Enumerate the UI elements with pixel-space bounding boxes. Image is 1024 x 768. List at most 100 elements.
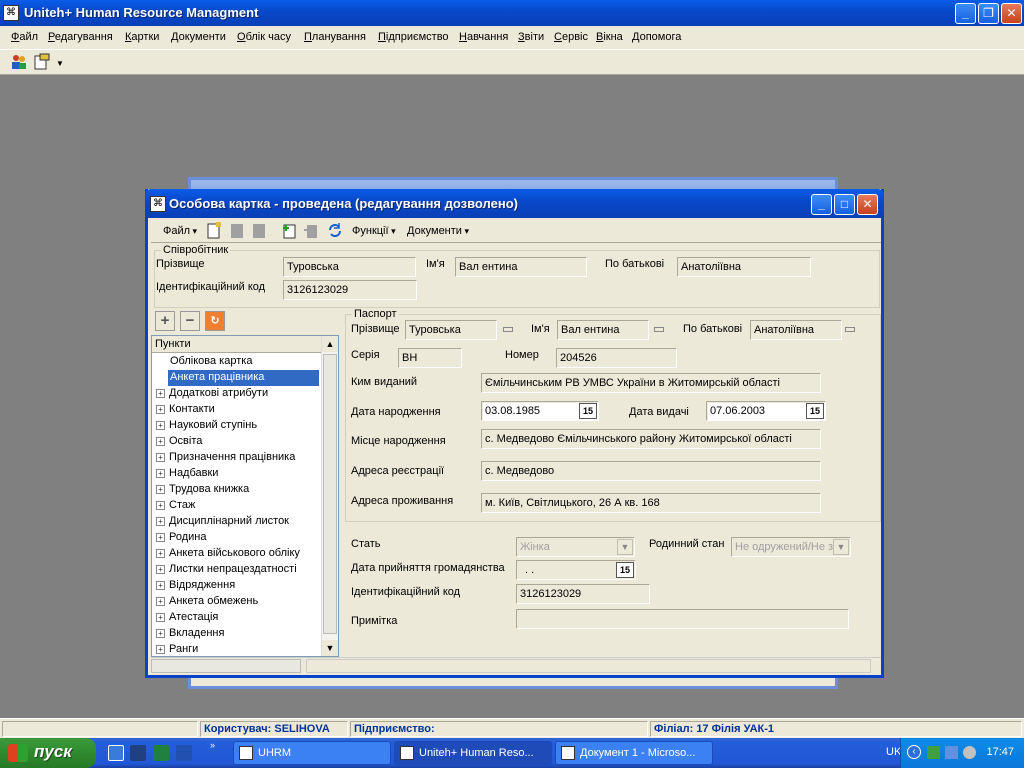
copy-icon[interactable] xyxy=(229,222,245,239)
number-field[interactable]: 204526 xyxy=(556,348,677,368)
menu-reports[interactable]: Звіти xyxy=(518,31,544,43)
document-icon[interactable] xyxy=(33,53,51,71)
scroll-thumb[interactable] xyxy=(151,659,301,673)
chevron-left-icon[interactable]: ‹ xyxy=(907,745,921,759)
scroll-up-icon[interactable]: ▲ xyxy=(322,336,338,352)
reg-address-field[interactable]: с. Медведово xyxy=(481,461,821,481)
refresh-tree-button[interactable]: ↻ xyxy=(205,311,225,331)
marital-select[interactable]: Не одружений/Не з ▼ xyxy=(731,537,851,557)
ie-icon[interactable] xyxy=(108,745,124,761)
employee-id-field[interactable]: 3126123029 xyxy=(283,280,417,300)
menu-edit[interactable]: Редагування xyxy=(48,31,113,43)
scroll-down-icon[interactable]: ▼ xyxy=(322,640,338,656)
tree-item[interactable]: + Атестація xyxy=(156,610,218,626)
taskbar-uniteh[interactable]: Uniteh+ Human Reso... xyxy=(394,741,552,765)
passport-name-field[interactable]: Вал ентина xyxy=(557,320,649,340)
child-titlebar[interactable]: ⌘ Особова картка - проведена (редагуванн… xyxy=(145,189,884,218)
taskbar-word-document[interactable]: Документ 1 - Microso... xyxy=(555,741,713,765)
extra-id-field[interactable]: 3126123029 xyxy=(516,584,650,604)
tree-leaf-record-card[interactable]: Облікова картка xyxy=(170,354,252,370)
tree-item[interactable]: + Листки непрацездатності xyxy=(156,562,297,578)
child-close-button[interactable]: ✕ xyxy=(857,194,878,215)
series-field[interactable]: ВН xyxy=(398,348,462,368)
passport-patronymic-field[interactable]: Анатоліївна xyxy=(750,320,842,340)
chevron-down-icon[interactable]: ▼ xyxy=(617,539,633,555)
live-address-field[interactable]: м. Київ, Світлицького, 26 А кв. 168 xyxy=(481,493,821,513)
tree-item[interactable]: + Контакти xyxy=(156,402,215,418)
tree-item[interactable]: + Родина xyxy=(156,530,207,546)
media-icon[interactable] xyxy=(130,745,146,761)
tree-item[interactable]: + Дисциплінарний листок xyxy=(156,514,289,530)
calendar-icon[interactable]: 15 xyxy=(806,403,824,419)
calendar-icon[interactable]: 15 xyxy=(616,562,634,578)
remove-item-button[interactable]: − xyxy=(180,311,200,331)
citizenship-date-field[interactable]: . . 15 xyxy=(516,560,636,580)
menu-documents[interactable]: Документи xyxy=(171,31,226,43)
passport-name-button[interactable] xyxy=(654,327,664,332)
birth-place-field[interactable]: с. Медведово Ємільчинського району Житом… xyxy=(481,429,821,449)
passport-patronymic-button[interactable] xyxy=(845,327,855,332)
employee-name-field[interactable]: Вал ентина xyxy=(455,257,587,277)
remove-record-icon[interactable] xyxy=(303,222,319,239)
tree-item[interactable]: + Призначення працівника xyxy=(156,450,295,466)
functions-dropdown[interactable]: Функції xyxy=(352,225,396,237)
tree-item[interactable]: + Вкладення xyxy=(156,626,224,642)
tree-view[interactable]: Пункти ▲ ▼ Облікова картка Анкета праців… xyxy=(151,335,339,657)
tree-item[interactable]: + Анкета військового обліку xyxy=(156,546,300,562)
excel-icon[interactable] xyxy=(153,745,169,761)
menu-cards[interactable]: Картки xyxy=(125,31,159,43)
volume-icon[interactable] xyxy=(963,746,976,759)
birth-date-field[interactable]: 03.08.1985 15 xyxy=(481,401,599,421)
calendar-icon[interactable]: 15 xyxy=(579,403,597,419)
passport-surname-button[interactable] xyxy=(503,327,513,332)
issued-by-field[interactable]: Ємільчинським РВ УМВС України в Житомирс… xyxy=(481,373,821,393)
child-minimize-button[interactable]: _ xyxy=(811,194,832,215)
tree-item[interactable]: + Освіта xyxy=(156,434,202,450)
tree-item[interactable]: + Стаж xyxy=(156,498,195,514)
tree-item[interactable]: + Науковий ступінь xyxy=(156,418,257,434)
menu-time[interactable]: Облік часу xyxy=(237,31,291,43)
tree-item[interactable]: + Відрядження xyxy=(156,578,235,594)
passport-surname-field[interactable]: Туровська xyxy=(405,320,497,340)
language-indicator[interactable]: UK xyxy=(886,746,901,758)
word-icon[interactable] xyxy=(176,745,192,761)
tree-leaf-employee-form[interactable]: Анкета працівника xyxy=(168,370,319,386)
file-dropdown[interactable]: Файл xyxy=(163,225,197,237)
monitor-icon[interactable] xyxy=(945,746,958,759)
refresh-icon[interactable] xyxy=(327,222,343,239)
tree-scrollbar[interactable]: ▲ ▼ xyxy=(321,336,338,656)
add-record-icon[interactable] xyxy=(281,222,297,239)
tree-item[interactable]: + Трудова книжка xyxy=(156,482,249,498)
scroll-thumb[interactable] xyxy=(323,354,337,634)
close-button[interactable]: ✕ xyxy=(1001,3,1022,24)
menu-training[interactable]: Навчання xyxy=(459,31,508,43)
clock[interactable]: 17:47 xyxy=(986,746,1014,758)
menu-file[interactable]: Файл xyxy=(11,31,38,43)
chevron-down-icon[interactable]: ▼ xyxy=(833,539,849,555)
menu-service[interactable]: Сервіс xyxy=(554,31,588,43)
employee-surname-field[interactable]: Туровська xyxy=(283,257,416,277)
restore-button[interactable]: ❐ xyxy=(978,3,999,24)
child-maximize-button[interactable]: □ xyxy=(834,194,855,215)
issue-date-field[interactable]: 07.06.2003 15 xyxy=(706,401,826,421)
sex-select[interactable]: Жінка ▼ xyxy=(516,537,635,557)
tree-item[interactable]: + Надбавки xyxy=(156,466,218,482)
network-icon[interactable] xyxy=(927,746,940,759)
employee-patronymic-field[interactable]: Анатоліївна xyxy=(677,257,811,277)
tree-item[interactable]: + Анкета обмежень xyxy=(156,594,258,610)
documents-dropdown[interactable]: Документи xyxy=(407,225,469,237)
minimize-button[interactable]: _ xyxy=(955,3,976,24)
tree-item[interactable]: + Додаткові атрибути xyxy=(156,386,268,402)
chevron-down-icon[interactable]: ▼ xyxy=(56,59,64,68)
start-button[interactable]: пуск xyxy=(0,738,96,768)
horizontal-scrollbar[interactable] xyxy=(151,657,881,674)
users-icon[interactable] xyxy=(10,53,28,71)
note-field[interactable] xyxy=(516,609,849,629)
chevron-right-icon[interactable]: » xyxy=(210,740,215,750)
new-document-icon[interactable] xyxy=(206,222,222,239)
delete-icon[interactable] xyxy=(251,222,267,239)
menu-help[interactable]: Допомога xyxy=(632,31,681,43)
menu-enterprise[interactable]: Підприємство xyxy=(378,31,449,43)
menu-planning[interactable]: Планування xyxy=(304,31,366,43)
tree-item[interactable]: + Ранги xyxy=(156,642,198,658)
